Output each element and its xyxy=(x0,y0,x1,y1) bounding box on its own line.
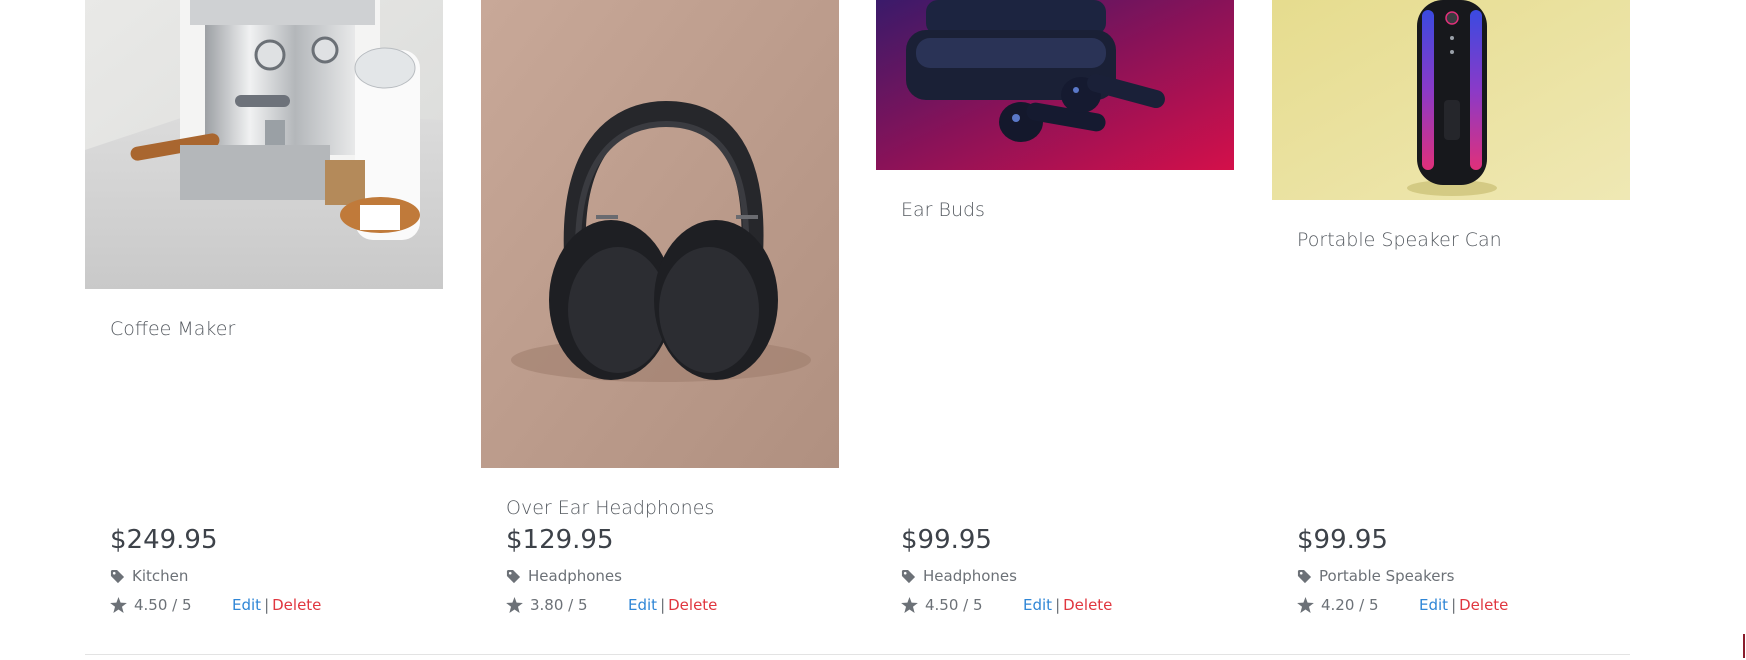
product-grid: Coffee Maker $249.95 Kitchen 4.50 / 5 Ed… xyxy=(85,0,1630,614)
edit-link[interactable]: Edit xyxy=(628,596,657,614)
product-card: Over Ear Headphones $129.95 Headphones 3… xyxy=(481,0,839,614)
link-separator: | xyxy=(660,596,666,614)
product-rating-row: 4.50 / 5 Edit | Delete xyxy=(901,596,1112,614)
edit-link[interactable]: Edit xyxy=(232,596,261,614)
rating-value: 3.80 / 5 xyxy=(530,596,588,614)
rating-value: 4.50 / 5 xyxy=(134,596,192,614)
tag-icon xyxy=(901,569,916,583)
star-icon xyxy=(901,597,918,613)
category-label: Headphones xyxy=(923,567,1017,585)
product-image-ear-buds[interactable] xyxy=(876,0,1234,170)
rating-value: 4.20 / 5 xyxy=(1321,596,1379,614)
edit-link[interactable]: Edit xyxy=(1023,596,1052,614)
product-rating-row: 3.80 / 5 Edit | Delete xyxy=(506,596,717,614)
delete-link[interactable]: Delete xyxy=(1063,596,1112,614)
edit-link[interactable]: Edit xyxy=(1419,596,1448,614)
product-image-portable-speaker[interactable] xyxy=(1272,0,1630,200)
tag-icon xyxy=(110,569,125,583)
portable-speaker-photo xyxy=(1272,0,1630,200)
product-price: $99.95 xyxy=(1297,525,1388,555)
product-price: $99.95 xyxy=(901,525,992,555)
product-rating-row: 4.20 / 5 Edit | Delete xyxy=(1297,596,1508,614)
product-category: Portable Speakers xyxy=(1297,567,1454,585)
product-name[interactable]: Ear Buds xyxy=(901,199,985,221)
tag-icon xyxy=(1297,569,1312,583)
product-name[interactable]: Over Ear Headphones xyxy=(506,497,714,519)
link-separator: | xyxy=(264,596,270,614)
category-label: Kitchen xyxy=(132,567,189,585)
star-icon xyxy=(506,597,523,613)
rating-value: 4.50 / 5 xyxy=(925,596,983,614)
product-name[interactable]: Portable Speaker Can xyxy=(1297,229,1502,251)
section-divider xyxy=(85,654,1630,655)
headphones-photo xyxy=(481,0,839,468)
product-price: $129.95 xyxy=(506,525,614,555)
product-card: Ear Buds $99.95 Headphones 4.50 / 5 Edit… xyxy=(876,0,1234,614)
coffee-maker-photo xyxy=(85,0,443,289)
delete-link[interactable]: Delete xyxy=(272,596,321,614)
product-category: Headphones xyxy=(901,567,1017,585)
product-card: Coffee Maker $249.95 Kitchen 4.50 / 5 Ed… xyxy=(85,0,443,614)
product-image-coffee-maker[interactable] xyxy=(85,0,443,289)
product-category: Kitchen xyxy=(110,567,188,585)
star-icon xyxy=(1297,597,1314,613)
ear-buds-photo xyxy=(876,0,1234,170)
category-label: Headphones xyxy=(528,567,622,585)
link-separator: | xyxy=(1451,596,1457,614)
delete-link[interactable]: Delete xyxy=(668,596,717,614)
delete-link[interactable]: Delete xyxy=(1459,596,1508,614)
product-image-headphones[interactable] xyxy=(481,0,839,468)
category-label: Portable Speakers xyxy=(1319,567,1455,585)
product-category: Headphones xyxy=(506,567,622,585)
link-separator: | xyxy=(1055,596,1061,614)
tag-icon xyxy=(506,569,521,583)
product-card: Portable Speaker Can $99.95 Portable Spe… xyxy=(1272,0,1630,614)
window-edge-marker xyxy=(1743,634,1745,658)
product-name[interactable]: Coffee Maker xyxy=(110,318,235,340)
product-price: $249.95 xyxy=(110,525,218,555)
star-icon xyxy=(110,597,127,613)
product-rating-row: 4.50 / 5 Edit | Delete xyxy=(110,596,321,614)
